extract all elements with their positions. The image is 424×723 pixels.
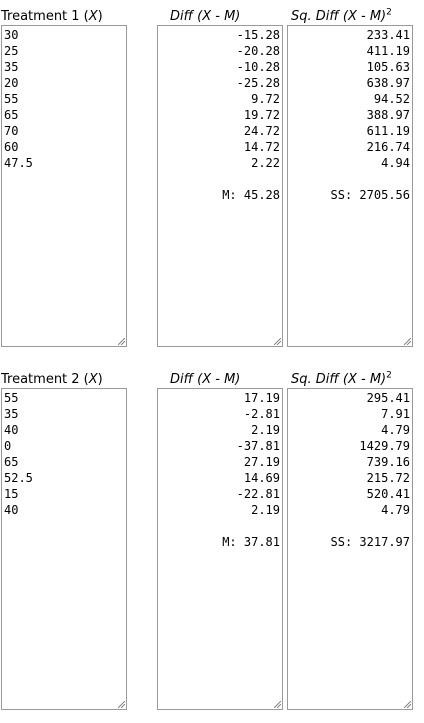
diff-line: 9.72 [251,92,280,106]
mean-line: M: 45.28 [222,188,280,202]
diff-line: 17.19 [243,391,280,405]
diff-line: -10.28 [236,60,280,74]
value-line: 65 [4,455,19,469]
sqdiff-line: 411.19 [366,44,410,58]
treatment-2-label-text: Treatment 2 ( [1,372,89,387]
resize-grip-icon[interactable] [404,338,411,345]
diff-line: 19.72 [243,108,280,122]
treatment-2-diff-header: Diff (X - M) [170,372,241,387]
treatment-1-label-suffix: ) [97,9,103,24]
value-line: 40 [4,423,19,437]
diff-line: -37.81 [236,439,280,453]
resize-grip-icon[interactable] [118,338,125,345]
diff-line: -2.81 [243,407,280,421]
mean-line: M: 37.81 [222,535,280,549]
sqdiff-line: 638.97 [366,76,410,90]
treatment-1-label: Treatment 1 (X) [1,8,103,26]
treatment-2-label-suffix: ) [97,372,103,387]
sqdiff-line: 739.16 [366,455,410,469]
resize-grip-icon[interactable] [404,701,411,708]
value-line: 35 [4,60,19,74]
value-line: 70 [4,124,19,138]
diff-line: 24.72 [243,124,280,138]
diff-line: -25.28 [236,76,280,90]
value-line: 55 [4,92,19,106]
diff-line: -22.81 [236,487,280,501]
treatment-1-sqdiff-textarea[interactable]: 233.41 411.19 105.63 638.97 94.52 388.97 611.1… [287,25,413,347]
diff-line: 2.22 [251,156,280,170]
value-line: 20 [4,76,19,90]
diff-line: 2.19 [251,423,280,437]
sqdiff-line: 7.91 [381,407,410,421]
treatment-1-group: Treatment 1 (X) Diff (X - M) Sq. Diff (X… [0,8,424,353]
value-line: 25 [4,44,19,58]
sqdiff-line: 216.74 [366,140,410,154]
value-line: 40 [4,503,19,517]
diff-line: 14.69 [243,471,280,485]
treatment-2-label: Treatment 2 (X) [1,371,103,389]
sqdiff-line: 215.72 [366,471,410,485]
sqdiff-line: 295.41 [366,391,410,405]
treatment-1-label-var: X [88,9,98,24]
value-line: 35 [4,407,19,421]
value-line: 47.5 [4,156,33,170]
diff-line: 2.19 [251,503,280,517]
sqdiff-line: 4.79 [381,423,410,437]
treatment-1-diff-textarea[interactable]: -15.28 -20.28 -10.28 -25.28 9.72 19.72 24.72 14… [157,25,283,347]
diff-line: -15.28 [236,28,280,42]
diff-line: -20.28 [236,44,280,58]
resize-grip-icon[interactable] [118,701,125,708]
diff-line: 14.72 [243,140,280,154]
treatment-2-group: Treatment 2 (X) Diff (X - M) Sq. Diff (X… [0,371,424,716]
treatment-1-sqdiff-header: Sq. Diff (X - M)2 [291,7,392,24]
treatment-2-sqdiff-header: Sq. Diff (X - M)2 [291,370,392,387]
sqdiff-line: 611.19 [366,124,410,138]
sqdiff-line: 4.94 [381,156,410,170]
sqdiff-line: 233.41 [366,28,410,42]
resize-grip-icon[interactable] [274,338,281,345]
value-line: 0 [4,439,12,453]
treatment-2-sqdiff-textarea[interactable]: 295.41 7.91 4.79 1429.79 739.16 215.72 520.41 4… [287,388,413,710]
value-line: 65 [4,108,19,122]
diff-line: 27.19 [243,455,280,469]
value-line: 55 [4,391,19,405]
sqdiff-line: 4.79 [381,503,410,517]
treatment-1-label-text: Treatment 1 ( [1,9,89,24]
value-line: 15 [4,487,19,501]
sqdiff-line: 94.52 [373,92,410,106]
sqdiff-line: 105.63 [366,60,410,74]
ss-line: SS: 3217.97 [330,535,410,549]
value-line: 30 [4,28,19,42]
sqdiff-line: 388.97 [366,108,410,122]
treatment-2-label-var: X [88,372,98,387]
treatment-1-values-textarea[interactable]: 30 25 35 20 55 65 70 60 47.5 [1,25,127,347]
ss-line: SS: 2705.56 [330,188,410,202]
value-line: 52.5 [4,471,33,485]
sqdiff-line: 520.41 [366,487,410,501]
treatment-1-diff-header: Diff (X - M) [170,9,241,24]
value-line: 60 [4,140,19,154]
treatment-2-diff-textarea[interactable]: 17.19 -2.81 2.19 -37.81 27.19 14.69 -22.81 2.19… [157,388,283,710]
resize-grip-icon[interactable] [274,701,281,708]
treatment-2-values-textarea[interactable]: 55 35 40 0 65 52.5 15 40 [1,388,127,710]
sqdiff-line: 1429.79 [359,439,410,453]
